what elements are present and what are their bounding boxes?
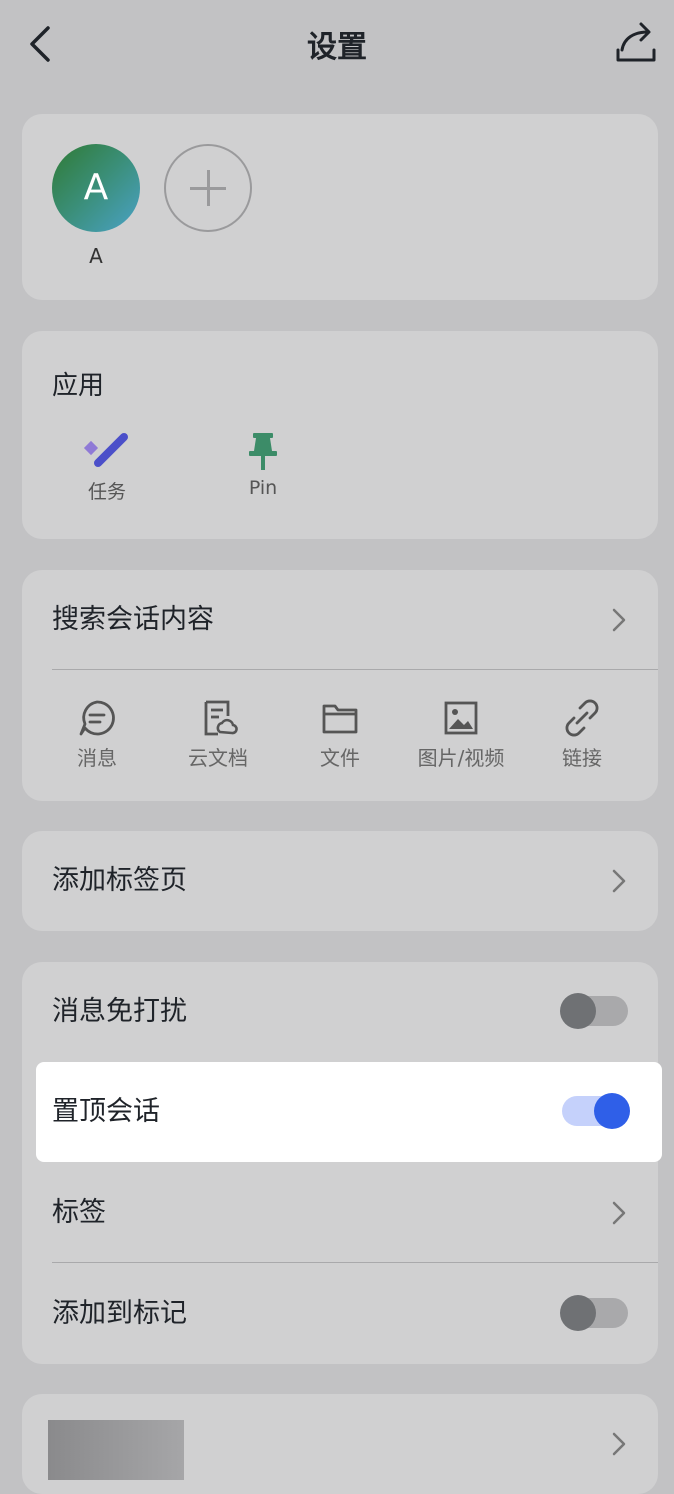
chevron-right-icon	[612, 608, 626, 632]
search-chat-row[interactable]: 搜索会话内容	[22, 570, 658, 670]
search-card: 搜索会话内容 消息 云文档 文件 图片/视频 链接	[22, 570, 658, 801]
category-links-label: 链接	[562, 746, 602, 770]
add-member-button[interactable]	[164, 144, 252, 232]
task-icon	[83, 433, 128, 467]
chevron-right-icon	[612, 1201, 626, 1225]
add-tab-row[interactable]: 添加标签页	[22, 831, 658, 931]
image-icon	[444, 701, 478, 735]
apps-title: 应用	[52, 371, 105, 401]
link-icon	[565, 699, 599, 737]
mute-toggle[interactable]	[560, 993, 628, 1029]
add-tab-card: 添加标签页	[22, 831, 658, 931]
category-cloud-docs[interactable]: 云文档	[158, 698, 278, 778]
add-to-mark-toggle[interactable]	[560, 1295, 628, 1331]
add-to-mark-label: 添加到标记	[52, 1298, 187, 1329]
share-icon[interactable]	[614, 20, 658, 66]
category-messages[interactable]: 消息	[37, 698, 157, 778]
search-chat-label: 搜索会话内容	[52, 604, 214, 635]
category-cloud-docs-label: 云文档	[188, 746, 248, 770]
bottom-card	[22, 1394, 658, 1494]
top-bar: 设置	[0, 0, 674, 90]
category-links[interactable]: 链接	[522, 698, 642, 778]
app-pin[interactable]: Pin	[208, 431, 318, 511]
category-files[interactable]: 文件	[280, 698, 400, 778]
avatar[interactable]: A	[52, 144, 140, 232]
pin-chat-label: 置顶会话	[52, 1096, 160, 1127]
thumbnail	[48, 1420, 184, 1480]
tags-label: 标签	[52, 1197, 106, 1228]
category-images-videos-label: 图片/视频	[417, 746, 505, 770]
add-tab-label: 添加标签页	[52, 865, 187, 896]
app-task[interactable]: 任务	[52, 431, 162, 511]
mute-label: 消息免打扰	[52, 996, 187, 1027]
mute-row: 消息免打扰	[22, 962, 658, 1062]
chevron-right-icon[interactable]	[610, 1430, 628, 1458]
chevron-right-icon	[612, 869, 626, 893]
app-pin-label: Pin	[248, 477, 278, 499]
folder-icon	[322, 704, 358, 734]
apps-card: 应用 任务 Pin	[22, 331, 658, 539]
category-images-videos[interactable]: 图片/视频	[401, 698, 521, 778]
add-to-mark-row: 添加到标记	[22, 1264, 658, 1364]
app-task-label: 任务	[87, 481, 126, 503]
divider	[52, 669, 658, 670]
page-title: 设置	[307, 30, 367, 65]
message-icon	[79, 700, 115, 736]
cloud-doc-icon	[204, 700, 238, 736]
pin-icon	[249, 433, 277, 470]
member-name: A	[89, 244, 103, 268]
settings-card: 消息免打扰 标签 添加到标记	[22, 962, 658, 1364]
pin-chat-toggle[interactable]	[562, 1093, 630, 1129]
divider	[52, 1262, 658, 1263]
category-messages-label: 消息	[77, 746, 117, 770]
members-card: A A	[22, 114, 658, 300]
category-files-label: 文件	[320, 746, 360, 770]
tags-row[interactable]: 标签	[22, 1163, 658, 1263]
pin-chat-row: 置顶会话	[36, 1062, 662, 1162]
